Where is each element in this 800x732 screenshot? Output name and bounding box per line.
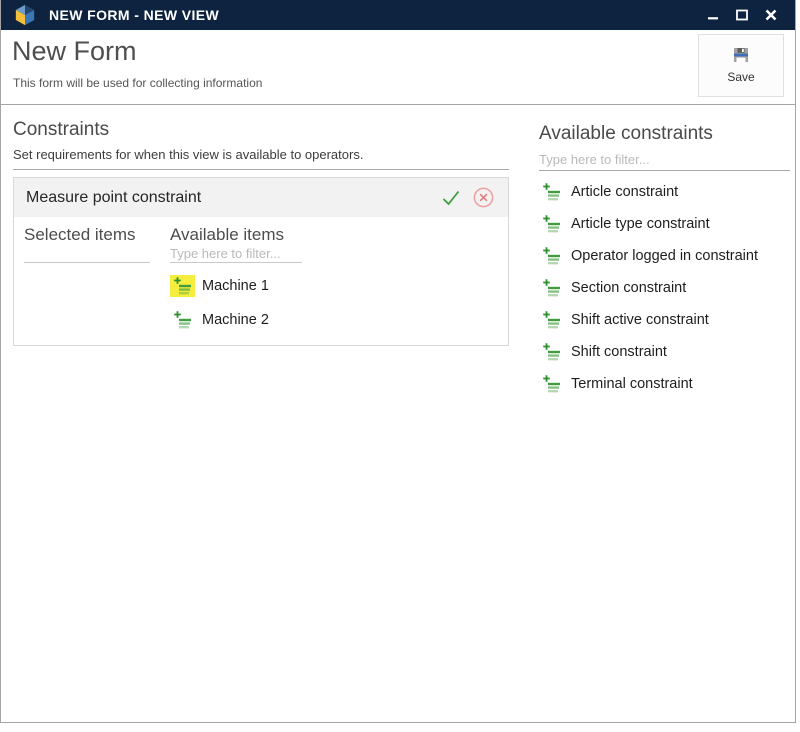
titlebar: NEW FORM - NEW VIEW xyxy=(1,0,795,30)
add-to-list-icon xyxy=(539,277,564,299)
constraint-item-label: Shift constraint xyxy=(571,344,667,360)
constraint-item[interactable]: Terminal constraint xyxy=(539,373,790,395)
constraint-item-label: Terminal constraint xyxy=(571,376,693,392)
page-title: New Form xyxy=(12,36,137,67)
check-icon[interactable] xyxy=(439,186,463,210)
constraint-item[interactable]: Operator logged in constraint xyxy=(539,245,790,267)
constraint-item[interactable]: Shift constraint xyxy=(539,341,790,363)
app-logo-icon xyxy=(14,4,36,26)
page-subtitle: This form will be used for collecting in… xyxy=(13,76,262,90)
constraint-panel-title: Measure point constraint xyxy=(26,189,201,207)
constraint-item-label: Shift active constraint xyxy=(571,312,709,328)
app-window: NEW FORM - NEW VIEW New Form This form w… xyxy=(0,0,796,723)
constraints-filter-input[interactable] xyxy=(539,149,790,171)
available-constraints-list: Article constraint Article type c xyxy=(539,181,790,395)
constraint-item[interactable]: Article constraint xyxy=(539,181,790,203)
available-item[interactable]: Machine 2 xyxy=(170,309,320,331)
selected-items-column: Selected items xyxy=(24,225,162,331)
available-constraints-section: Available constraints A xyxy=(539,123,790,395)
circle-x-icon[interactable] xyxy=(471,185,496,210)
selected-items-filter-input[interactable] xyxy=(24,245,150,263)
form-header: New Form This form will be used for coll… xyxy=(1,30,795,105)
constraint-panel-actions xyxy=(439,185,496,210)
add-to-list-icon xyxy=(539,341,564,363)
constraint-item[interactable]: Article type constraint xyxy=(539,213,790,235)
content: Constraints Set requirements for when th… xyxy=(1,105,795,722)
available-item-label: Machine 2 xyxy=(202,312,269,328)
constraint-item[interactable]: Section constraint xyxy=(539,277,790,299)
add-to-list-icon xyxy=(170,275,195,297)
available-items-column: Available items xyxy=(170,225,320,331)
add-to-list-icon xyxy=(170,309,195,331)
constraints-description: Set requirements for when this view is a… xyxy=(13,147,509,170)
close-icon[interactable] xyxy=(763,7,779,23)
constraint-item-label: Operator logged in constraint xyxy=(571,248,758,264)
available-items-filter-input[interactable] xyxy=(170,245,302,263)
minimize-icon[interactable] xyxy=(705,7,721,23)
floppy-disk-icon xyxy=(733,47,749,66)
window-controls xyxy=(705,0,795,30)
constraint-item-label: Article type constraint xyxy=(571,216,710,232)
constraints-section: Constraints Set requirements for when th… xyxy=(13,119,509,346)
save-button[interactable]: Save xyxy=(698,34,784,97)
window-title: NEW FORM - NEW VIEW xyxy=(49,7,219,23)
constraint-panel-body: Selected items Available items xyxy=(14,217,508,345)
available-items-list: Machine 1 xyxy=(170,275,320,331)
add-to-list-icon xyxy=(539,213,564,235)
available-items-title: Available items xyxy=(170,225,320,245)
measure-point-constraint-panel: Measure point constraint xyxy=(13,177,509,346)
add-to-list-icon xyxy=(539,309,564,331)
available-item[interactable]: Machine 1 xyxy=(170,275,320,297)
constraints-title: Constraints xyxy=(13,119,509,141)
available-constraints-title: Available constraints xyxy=(539,123,790,145)
maximize-icon[interactable] xyxy=(734,7,750,23)
available-item-label: Machine 1 xyxy=(202,278,269,294)
constraint-panel-header: Measure point constraint xyxy=(14,178,508,217)
save-button-label: Save xyxy=(727,70,754,84)
add-to-list-icon xyxy=(539,181,564,203)
constraint-item-label: Section constraint xyxy=(571,280,686,296)
constraint-item-label: Article constraint xyxy=(571,184,678,200)
constraint-item[interactable]: Shift active constraint xyxy=(539,309,790,331)
add-to-list-icon xyxy=(539,373,564,395)
add-to-list-icon xyxy=(539,245,564,267)
selected-items-title: Selected items xyxy=(24,225,162,245)
